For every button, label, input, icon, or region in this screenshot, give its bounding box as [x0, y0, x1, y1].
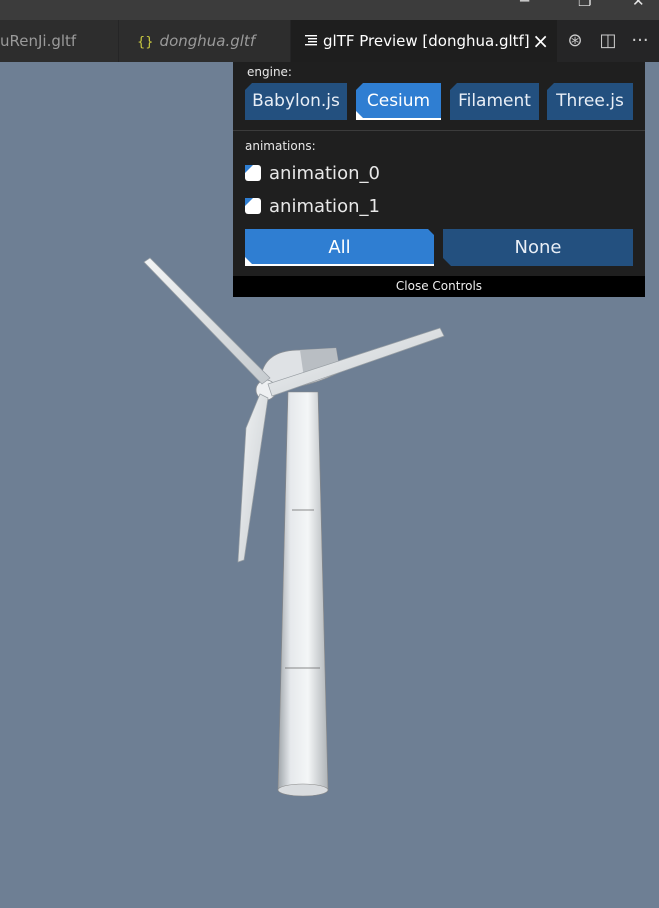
engine-button-filament[interactable]: Filament	[450, 83, 539, 120]
close-tab-icon[interactable]: ×	[532, 20, 549, 62]
compass-icon[interactable]: ⊛	[562, 20, 588, 62]
tab-uRenJi[interactable]: uRenJi.gltf	[0, 20, 118, 62]
close-window-icon[interactable]: ✕	[632, 0, 645, 9]
select-all-button[interactable]: All	[245, 229, 434, 266]
title-bar: ─ ❐ ✕	[0, 0, 659, 20]
engine-button-threejs[interactable]: Three.js	[547, 83, 633, 120]
close-controls-button[interactable]: Close Controls	[233, 276, 645, 297]
checkbox-checked-icon[interactable]	[245, 198, 261, 214]
tab-bar: uRenJi.gltf {} donghua.gltf glTF Preview …	[0, 20, 659, 62]
checkbox-checked-icon[interactable]	[245, 165, 261, 181]
animation-name: animation_1	[269, 196, 380, 217]
preview-icon	[305, 20, 317, 62]
animation-name: animation_0	[269, 163, 380, 184]
more-actions-icon[interactable]: ···	[627, 20, 653, 62]
json-braces-icon: {}	[137, 35, 154, 50]
tab-label: donghua.gltf	[159, 32, 256, 50]
restore-icon[interactable]: ❐	[578, 0, 591, 9]
select-none-button[interactable]: None	[443, 229, 633, 266]
controls-panel: engine: Babylon.js Cesium Filament Three…	[233, 62, 645, 297]
split-editor-icon[interactable]: ◫	[595, 20, 621, 62]
tab-label: uRenJi.gltf	[0, 32, 77, 50]
tab-label: glTF Preview [donghua.gltf]	[323, 32, 530, 50]
animations-label: animations:	[245, 139, 316, 153]
engine-button-cesium[interactable]: Cesium	[356, 83, 441, 120]
engine-label: engine:	[247, 65, 292, 79]
minimize-icon[interactable]: ─	[520, 0, 529, 9]
tab-gltf-preview[interactable]: glTF Preview [donghua.gltf] ×	[291, 20, 557, 62]
engine-button-babylonjs[interactable]: Babylon.js	[245, 83, 347, 120]
divider	[233, 130, 645, 131]
tab-donghua[interactable]: {} donghua.gltf	[119, 20, 290, 62]
